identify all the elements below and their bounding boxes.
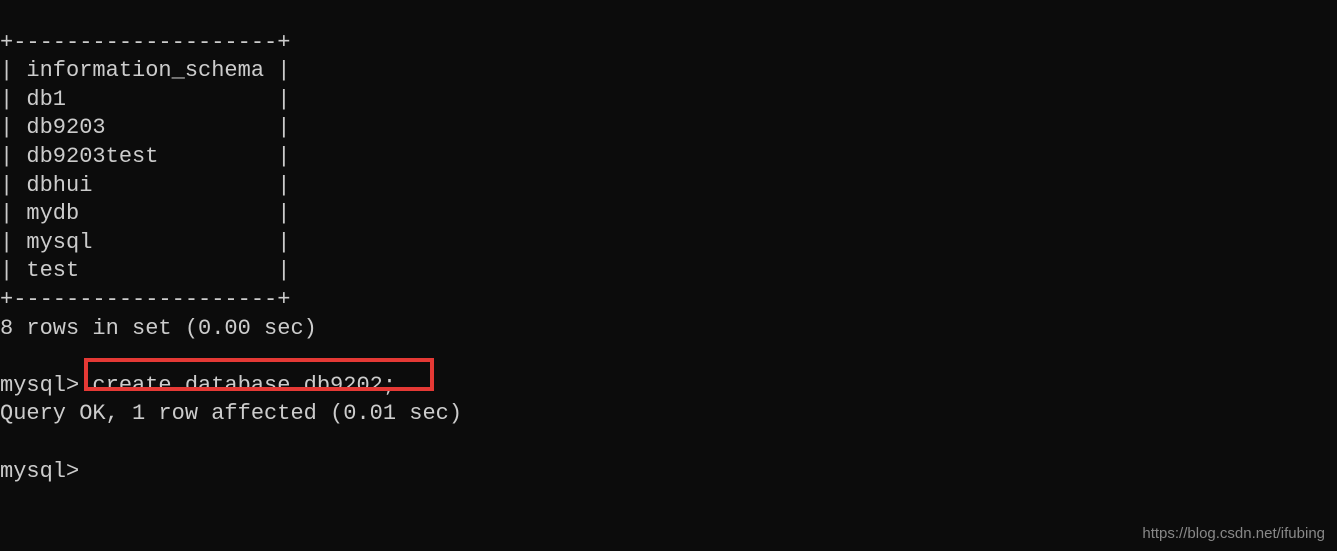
table-row: | information_schema | (0, 58, 290, 83)
sql-command: create database db9202; (92, 373, 396, 398)
table-row: | db9203test | (0, 144, 290, 169)
table-row: | mydb | (0, 201, 290, 226)
result-summary: 8 rows in set (0.00 sec) (0, 316, 317, 341)
mysql-prompt: mysql> (0, 373, 92, 398)
command-line: mysql> create database db9202; (0, 373, 396, 398)
table-row: | test | (0, 258, 290, 283)
table-border-bottom: +--------------------+ (0, 287, 290, 312)
table-row: | mysql | (0, 230, 290, 255)
query-result: Query OK, 1 row affected (0.01 sec) (0, 401, 462, 426)
table-row: | db9203 | (0, 115, 290, 140)
table-border-top: +--------------------+ (0, 30, 290, 55)
table-row: | db1 | (0, 87, 290, 112)
watermark-text: https://blog.csdn.net/ifubing (1142, 524, 1325, 544)
mysql-prompt: mysql> (0, 459, 92, 484)
terminal-output[interactable]: +--------------------+ | information_sch… (0, 0, 1337, 486)
table-row: | dbhui | (0, 173, 290, 198)
